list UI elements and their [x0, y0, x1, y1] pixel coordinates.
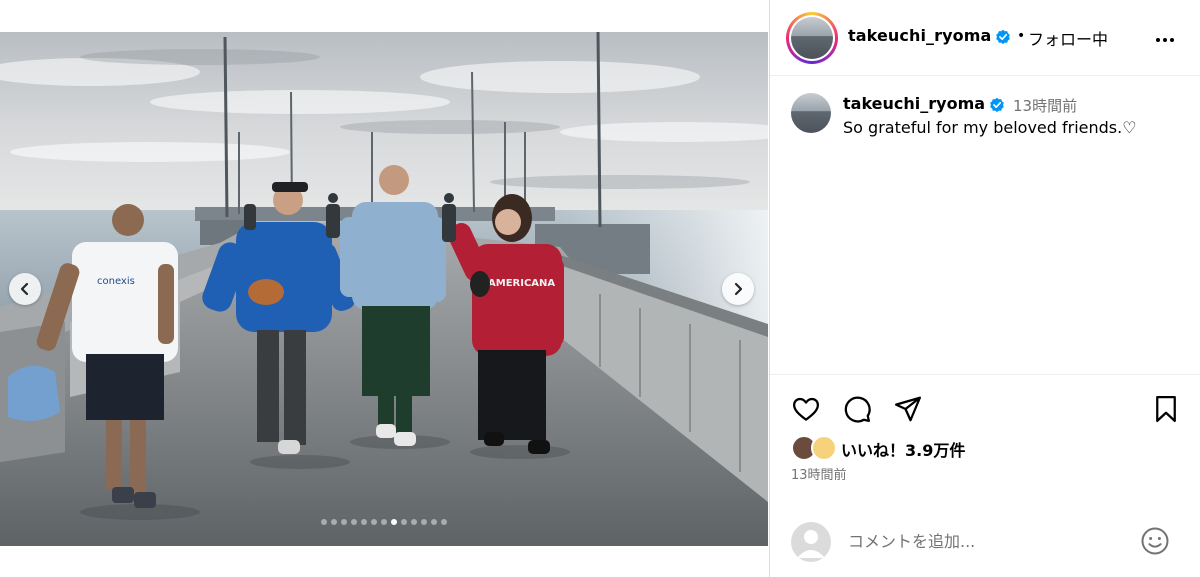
caption-text: So grateful for my beloved friends.♡	[843, 118, 1137, 137]
carousel-dot	[381, 519, 387, 525]
carousel-dot	[321, 519, 327, 525]
liker-avatar	[811, 435, 837, 461]
carousel-prev-button[interactable]	[9, 273, 41, 305]
carousel-dot	[441, 519, 447, 525]
caption-username-row[interactable]: takeuchi_ryoma	[843, 94, 1005, 113]
caption-avatar[interactable]	[791, 93, 831, 133]
sweatshirt-text: AMERICANA	[488, 278, 555, 289]
post-media: conexis AMERICANA	[0, 0, 769, 577]
like-button[interactable]	[791, 394, 821, 428]
comment-input[interactable]	[848, 528, 1128, 554]
liked-by-avatars[interactable]	[791, 435, 837, 461]
post-photo[interactable]: conexis AMERICANA	[0, 32, 768, 546]
comment-button[interactable]	[842, 394, 872, 428]
post-timestamp[interactable]: 13時間前	[791, 464, 847, 483]
heart-icon	[793, 397, 819, 421]
comment-bar	[770, 520, 1200, 577]
carousel-next-button[interactable]	[722, 273, 754, 305]
more-horizontal-icon	[1156, 38, 1174, 42]
smiley-icon	[1141, 527, 1169, 555]
chevron-right-icon	[734, 282, 743, 296]
header-avatar[interactable]	[786, 12, 838, 64]
carousel-dot	[411, 519, 417, 525]
shirt-logo: conexis	[97, 276, 135, 287]
more-options-button[interactable]	[1153, 28, 1177, 56]
post-header: takeuchi_ryoma • フォロー中	[770, 0, 1200, 76]
caption-timestamp[interactable]: 13時間前	[1013, 95, 1077, 116]
likes-count[interactable]: いいね！3.9万件	[841, 437, 965, 461]
share-button[interactable]	[893, 394, 923, 428]
carousel-dot	[331, 519, 337, 525]
carousel-dot	[401, 519, 407, 525]
verified-badge-icon	[990, 97, 1004, 112]
default-avatar-icon	[797, 530, 825, 558]
pier-photo: conexis AMERICANA	[0, 32, 768, 546]
header-username-row[interactable]: takeuchi_ryoma	[848, 26, 1011, 45]
header-separator: •	[1017, 28, 1026, 44]
carousel-dot	[391, 519, 397, 525]
bookmark-icon	[1156, 396, 1176, 422]
post-details-panel: takeuchi_ryoma • フォロー中 takeuchi_ryoma 13…	[769, 0, 1200, 577]
current-user-avatar	[791, 522, 831, 562]
comment-icon	[844, 396, 871, 423]
carousel-dot	[341, 519, 347, 525]
carousel-dot	[431, 519, 437, 525]
carousel-dot	[351, 519, 357, 525]
emoji-picker-button[interactable]	[1140, 526, 1170, 560]
chevron-left-icon	[20, 282, 29, 296]
carousel-dot	[371, 519, 377, 525]
follow-status-button[interactable]: フォロー中	[1028, 26, 1108, 50]
share-icon	[895, 396, 921, 422]
post-actions: いいね！3.9万件 13時間前	[770, 374, 1200, 577]
carousel-indicator	[0, 519, 768, 525]
save-button[interactable]	[1151, 394, 1181, 428]
header-username[interactable]: takeuchi_ryoma	[848, 26, 991, 45]
carousel-dot	[361, 519, 367, 525]
carousel-dot	[421, 519, 427, 525]
caption-username[interactable]: takeuchi_ryoma	[843, 94, 985, 113]
verified-badge-icon	[996, 29, 1011, 44]
